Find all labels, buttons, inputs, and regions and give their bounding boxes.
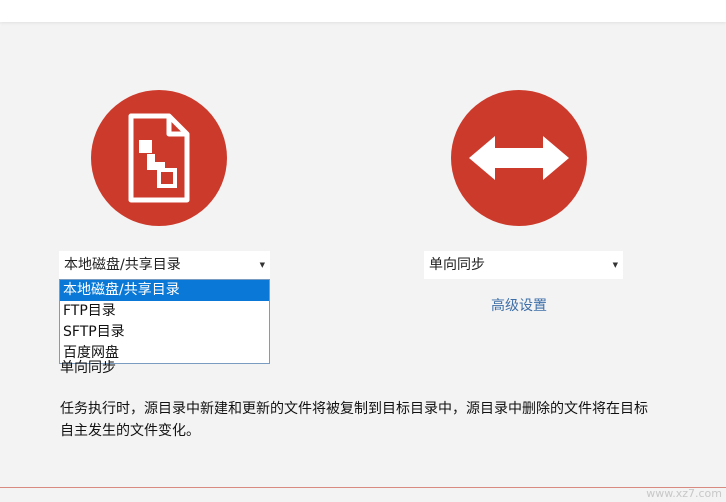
source-circle: [91, 90, 227, 226]
dropdown-option[interactable]: FTP目录: [60, 301, 269, 322]
advanced-settings-link[interactable]: 高级设置: [491, 295, 547, 315]
source-type-dropdown: 本地磁盘/共享目录 FTP目录 SFTP目录 百度网盘: [59, 279, 270, 364]
top-bar: [0, 0, 726, 22]
file-tree-icon: [128, 113, 190, 203]
mode-select-value: 单向同步: [429, 257, 485, 273]
watermark: www.xz7.com: [646, 487, 722, 500]
two-way-arrow-icon: [469, 136, 569, 180]
dropdown-option[interactable]: 本地磁盘/共享目录: [60, 280, 269, 301]
description-line: 自主发生的文件变化。: [60, 423, 200, 439]
dropdown-option[interactable]: SFTP目录: [60, 322, 269, 343]
mode-description-title: 单向同步: [60, 360, 116, 376]
footer-divider: [0, 487, 726, 488]
mode-description: 任务执行时，源目录中新建和更新的文件将被复制到目标目录中，源目录中删除的文件将在…: [60, 398, 726, 442]
chevron-down-icon[interactable]: ▼: [613, 251, 618, 279]
sync-mode-select[interactable]: 单向同步 ▼: [424, 251, 623, 279]
description-line: 任务执行时，源目录中新建和更新的文件将被复制到目标目录中，源目录中删除的文件将在…: [60, 401, 648, 417]
source-select-value: 本地磁盘/共享目录: [64, 257, 181, 273]
source-type-select[interactable]: 本地磁盘/共享目录 ▼: [59, 251, 270, 279]
chevron-down-icon[interactable]: ▼: [260, 251, 265, 279]
mode-circle: [451, 90, 587, 226]
